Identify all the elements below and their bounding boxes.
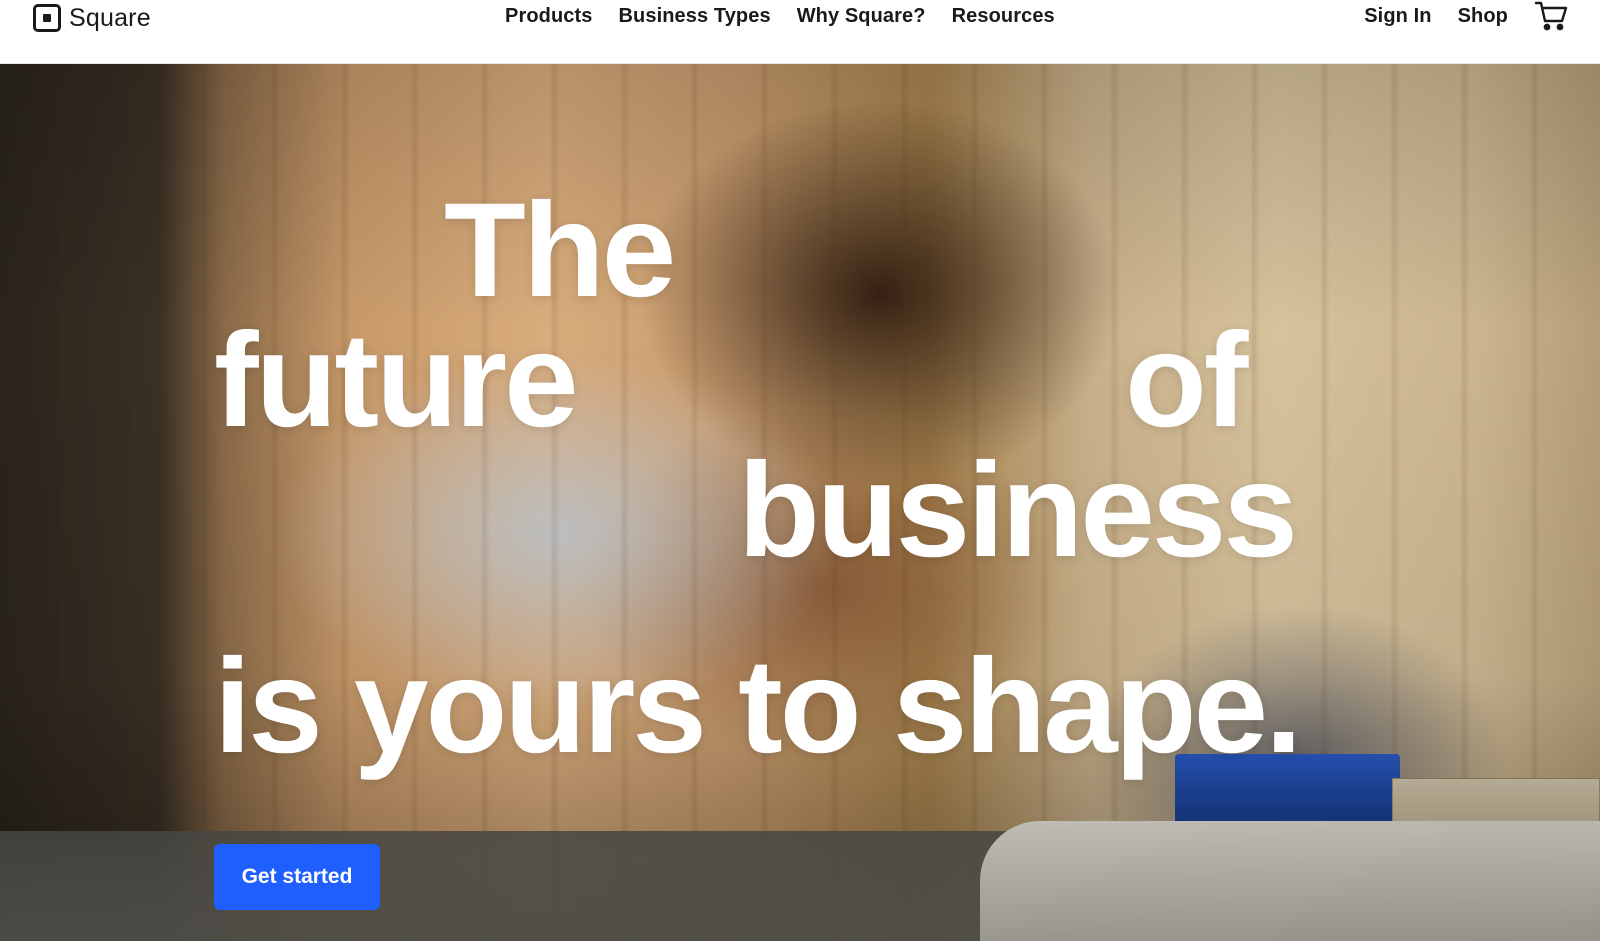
get-started-button[interactable]: Get started	[214, 844, 380, 910]
headline-line-2a: future	[214, 306, 579, 455]
square-logo-icon	[33, 4, 61, 32]
nav-business-types[interactable]: Business Types	[618, 5, 770, 28]
nav-resources[interactable]: Resources	[952, 5, 1055, 28]
shop-link[interactable]: Shop	[1458, 5, 1508, 28]
headline-line-4: is yours to shape.	[214, 632, 1302, 781]
headline-line-3: business	[738, 436, 1298, 585]
headline-line-1: The	[444, 176, 676, 325]
sign-in-link[interactable]: Sign In	[1364, 5, 1431, 28]
account-nav: Sign In Shop	[1364, 0, 1568, 32]
logo-text: Square	[69, 3, 151, 32]
nav-products[interactable]: Products	[505, 5, 592, 28]
site-header: Square Products Business Types Why Squar…	[0, 0, 1600, 64]
square-logo[interactable]: Square	[33, 2, 151, 34]
cart-icon	[1534, 1, 1568, 31]
cart-button[interactable]	[1534, 0, 1568, 32]
headline-line-2b: of	[1125, 306, 1248, 455]
nav-why-square[interactable]: Why Square?	[797, 5, 926, 28]
main-nav: Products Business Types Why Square? Reso…	[505, 4, 1055, 28]
